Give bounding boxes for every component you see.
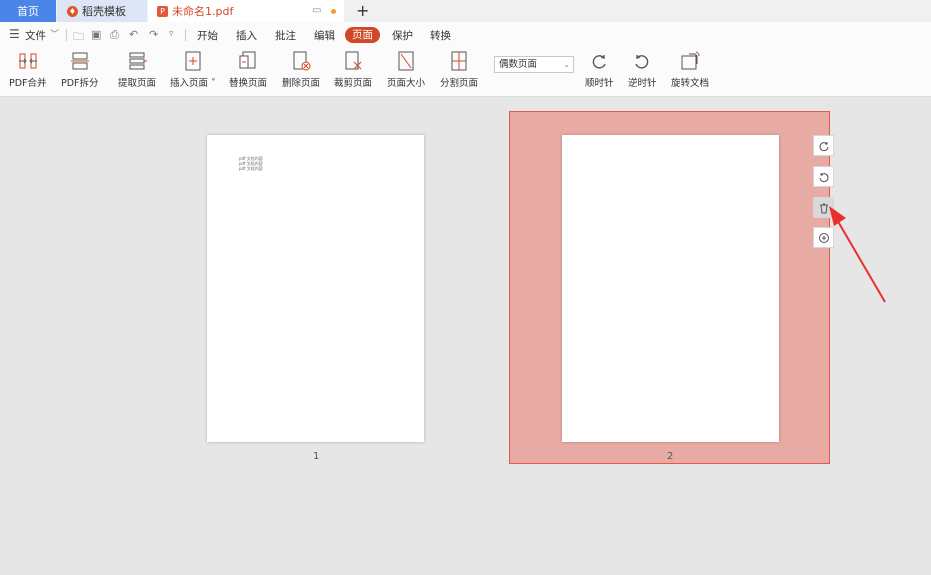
annotation-arrow-icon (829, 206, 886, 303)
